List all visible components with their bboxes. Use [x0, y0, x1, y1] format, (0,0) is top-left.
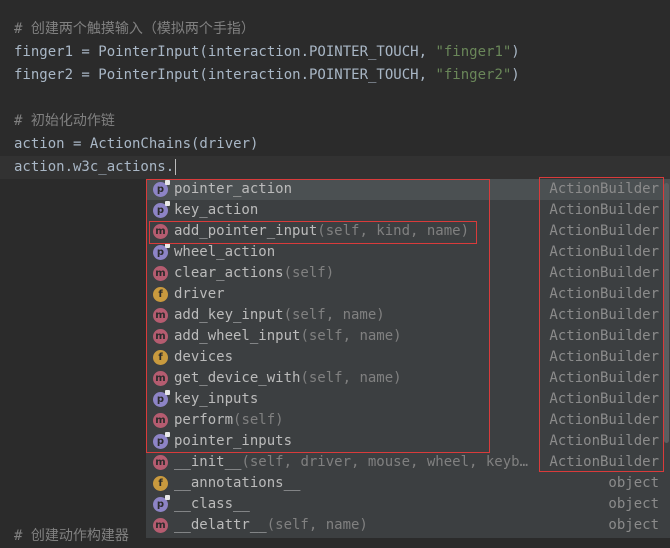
completion-item-type: ActionBuilder: [549, 223, 659, 239]
completion-item-type: ActionBuilder: [549, 181, 659, 197]
property-icon: p: [153, 390, 170, 407]
completion-item[interactable]: f __annotations__ object: [146, 473, 670, 494]
property-icon: p: [153, 432, 170, 449]
comment-line: # 初始化动作链: [14, 113, 115, 129]
completion-item-type: ActionBuilder: [549, 202, 659, 218]
completion-item-type: ActionBuilder: [549, 370, 659, 386]
property-icon: p: [153, 495, 170, 512]
code-line-action: action = ActionChains(driver): [14, 136, 259, 152]
popup-scrollbar[interactable]: [664, 183, 669, 443]
method-icon: m: [153, 308, 168, 323]
completion-item-type: ActionBuilder: [549, 307, 659, 323]
completion-item-params: (self): [283, 265, 335, 281]
completion-item-name: clear_actions(self): [174, 265, 335, 281]
code-line-finger2: finger2 = PointerInput(interaction.POINT…: [14, 64, 520, 87]
completion-item[interactable]: p key_action ActionBuilder: [146, 200, 670, 221]
method-icon: m: [153, 266, 168, 281]
completion-item-name: __annotations__: [174, 475, 301, 491]
completion-item-type: ActionBuilder: [549, 265, 659, 281]
completion-item-params: (self, name): [300, 328, 402, 344]
completion-item-name: add_wheel_input(self, name): [174, 328, 402, 344]
completion-item-params: (self, name): [266, 517, 368, 533]
completion-item-name: pointer_inputs: [174, 433, 293, 449]
completion-item-name: __delattr__(self, name): [174, 517, 368, 533]
method-icon: m: [153, 224, 168, 239]
code-completion-popup[interactable]: p pointer_action ActionBuilder p key_action A…: [146, 179, 670, 538]
completion-item-name: add_pointer_input(self, kind, name): [174, 223, 470, 239]
completion-item-name: key_inputs: [174, 391, 259, 407]
completion-item-params: (self, name): [300, 370, 402, 386]
lock-overlay-icon: [165, 390, 170, 395]
completion-item-params: (self, name): [283, 307, 385, 323]
code-line-current[interactable]: action.w3c_actions.: [14, 156, 177, 179]
lock-overlay-icon: [165, 432, 170, 437]
lock-overlay-icon: [165, 243, 170, 248]
property-icon: p: [153, 180, 170, 197]
lock-overlay-icon: [165, 201, 170, 206]
method-icon: m: [153, 518, 168, 533]
field-icon: f: [153, 350, 168, 365]
completion-item[interactable]: m add_wheel_input(self, name) ActionBuilde…: [146, 326, 670, 347]
completion-item-name: __init__(self, driver, mouse, wheel, key…: [174, 454, 529, 470]
completion-item[interactable]: m clear_actions(self) ActionBuilder: [146, 263, 670, 284]
method-icon: m: [153, 371, 168, 386]
completion-item-name: add_key_input(self, name): [174, 307, 385, 323]
string-literal: "finger1": [435, 44, 512, 60]
property-icon: p: [153, 243, 170, 260]
string-literal: "finger2": [435, 67, 512, 83]
lock-overlay-icon: [165, 180, 170, 185]
field-icon: f: [153, 287, 168, 302]
code-text: finger1 = PointerInput(interaction.POINT…: [14, 44, 436, 60]
completion-item-name: get_device_with(self, name): [174, 370, 402, 386]
completion-item-name: key_action: [174, 202, 259, 218]
completion-item[interactable]: f driver ActionBuilder: [146, 284, 670, 305]
lock-overlay-icon: [165, 495, 170, 500]
completion-item-params: (self, kind, name): [317, 223, 470, 239]
completion-item[interactable]: p key_inputs ActionBuilder: [146, 389, 670, 410]
completion-item-type: ActionBuilder: [549, 412, 659, 428]
code-text: ): [511, 44, 520, 60]
completion-item-name: wheel_action: [174, 244, 276, 260]
code-text: action.w3c_actions.: [14, 159, 175, 175]
completion-item[interactable]: p wheel_action ActionBuilder: [146, 242, 670, 263]
completion-item-type: ActionBuilder: [549, 328, 659, 344]
completion-item-name: __class__: [174, 496, 250, 512]
completion-item-type: ActionBuilder: [549, 454, 659, 470]
completion-item-type: ActionBuilder: [549, 391, 659, 407]
code-line-finger1: finger1 = PointerInput(interaction.POINT…: [14, 41, 520, 64]
method-icon: m: [153, 455, 168, 470]
completion-item-type: object: [608, 475, 659, 491]
completion-item-type: ActionBuilder: [549, 433, 659, 449]
completion-item[interactable]: p pointer_inputs ActionBuilder: [146, 431, 670, 452]
completion-item-params: (self): [233, 412, 284, 428]
text-caret: [175, 159, 177, 175]
completion-item-name: perform(self): [174, 412, 284, 428]
completion-item[interactable]: m add_key_input(self, name) ActionBuilder: [146, 305, 670, 326]
property-icon: p: [153, 201, 170, 218]
completion-item[interactable]: m __delattr__(self, name) object: [146, 515, 670, 536]
completion-item[interactable]: m __init__(self, driver, mouse, wheel, ke…: [146, 452, 670, 473]
completion-item[interactable]: m perform(self) ActionBuilder: [146, 410, 670, 431]
completion-item[interactable]: m get_device_with(self, name) ActionBuilde…: [146, 368, 670, 389]
completion-item-name: devices: [174, 349, 234, 365]
completion-item-params: (self, driver, mouse, wheel, keyb…: [241, 454, 529, 470]
completion-item-type: ActionBuilder: [549, 286, 659, 302]
comment-line: # 创建两个触摸输入（模拟两个手指）: [14, 21, 255, 37]
completion-item[interactable]: m add_pointer_input(self, kind, name) Acti…: [146, 221, 670, 242]
completion-item-type: ActionBuilder: [549, 349, 659, 365]
code-text: ): [511, 67, 520, 83]
method-icon: m: [153, 413, 168, 428]
method-icon: m: [153, 329, 168, 344]
completion-item[interactable]: p __class__ object: [146, 494, 670, 515]
completion-item-type: object: [608, 517, 659, 533]
completion-item-name: pointer_action: [174, 181, 293, 197]
completion-item-name: driver: [174, 286, 225, 302]
code-text: finger2 = PointerInput(interaction.POINT…: [14, 67, 436, 83]
completion-item[interactable]: p pointer_action ActionBuilder: [146, 179, 670, 200]
field-icon: f: [153, 476, 168, 491]
comment-line: # 创建动作构建器: [14, 528, 129, 544]
completion-item-type: object: [608, 496, 659, 512]
completion-item[interactable]: f devices ActionBuilder: [146, 347, 670, 368]
completion-item-type: ActionBuilder: [549, 244, 659, 260]
